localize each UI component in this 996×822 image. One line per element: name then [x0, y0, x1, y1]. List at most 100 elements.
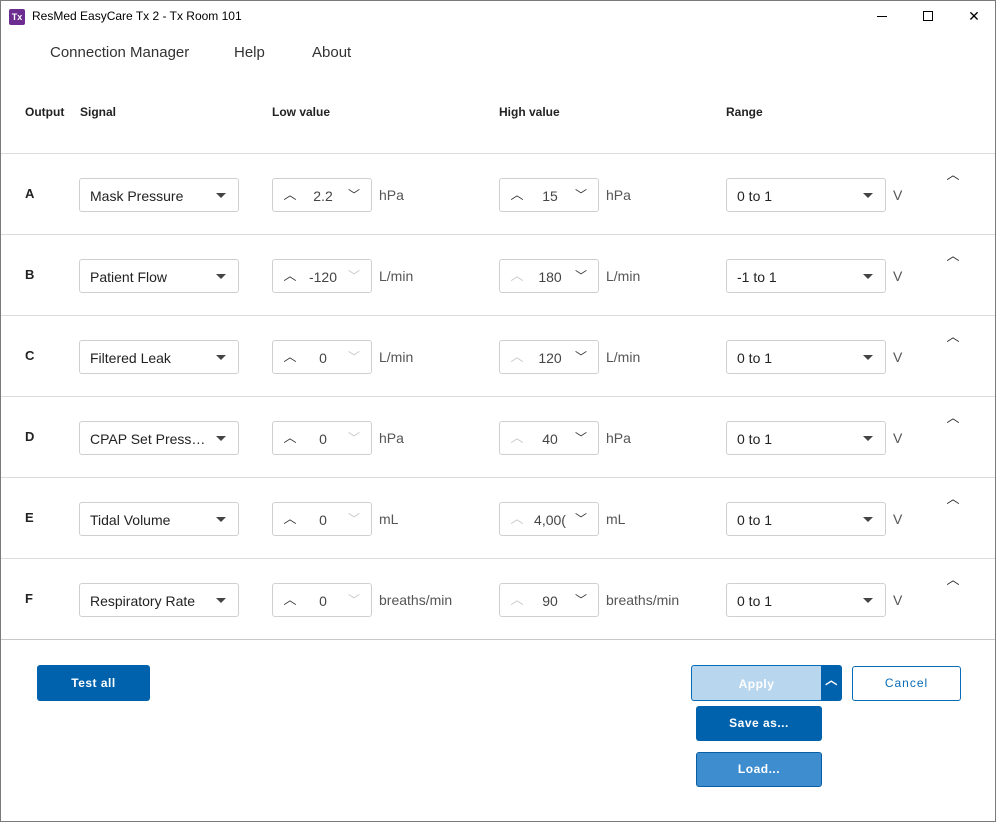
output-row-d: D CPAP Set Press… ︿ 0 ﹀ hPa ︿ 40 ﹀ hPa 0… [1, 396, 995, 477]
low-unit: hPa [379, 430, 404, 446]
signal-select[interactable]: Filtered Leak [79, 340, 239, 374]
chevron-down-icon[interactable]: ﹀ [572, 429, 590, 447]
range-value: -1 to 1 [737, 269, 777, 285]
chevron-up-icon[interactable]: ︿ [281, 591, 299, 609]
menu-connection-manager[interactable]: Connection Manager [50, 44, 189, 61]
low-value[interactable]: 0 [301, 431, 345, 447]
high-value[interactable]: 90 [528, 593, 572, 609]
range-select[interactable]: 0 to 1 [726, 502, 886, 536]
chevron-up-icon[interactable]: ︿ [508, 348, 526, 366]
apply-options-button[interactable]: ︿ [821, 665, 842, 701]
menu-help[interactable]: Help [234, 44, 265, 61]
collapse-row-button[interactable]: ︿ [945, 569, 961, 587]
chevron-up-icon[interactable]: ︿ [281, 267, 299, 285]
column-header-signal: Signal [80, 105, 117, 119]
low-unit: L/min [379, 349, 414, 365]
collapse-row-button[interactable]: ︿ [945, 326, 961, 344]
minimize-button[interactable] [859, 1, 905, 31]
range-select[interactable]: 0 to 1 [726, 340, 886, 374]
high-unit: hPa [606, 187, 631, 203]
collapse-row-button[interactable]: ︿ [945, 407, 961, 425]
collapse-row-button[interactable]: ︿ [945, 488, 961, 506]
signal-value: Mask Pressure [90, 188, 184, 204]
chevron-down-icon[interactable]: ﹀ [572, 186, 590, 204]
high-value-stepper[interactable]: ︿ 40 ﹀ [499, 421, 599, 455]
signal-select[interactable]: Tidal Volume [79, 502, 239, 536]
chevron-down-icon[interactable]: ﹀ [572, 591, 590, 609]
chevron-up-icon[interactable]: ︿ [508, 267, 526, 285]
chevron-down-icon[interactable]: ﹀ [345, 348, 363, 366]
low-value[interactable]: -120 [301, 269, 345, 285]
range-unit: V [893, 430, 903, 446]
chevron-up-icon[interactable]: ︿ [281, 186, 299, 204]
chevron-down-icon[interactable]: ﹀ [345, 510, 363, 528]
signal-select[interactable]: Mask Pressure [79, 178, 239, 212]
output-row-c: C Filtered Leak ︿ 0 ﹀ L/min ︿ 120 ﹀ L/mi… [1, 315, 995, 396]
low-value[interactable]: 2.2 [301, 188, 345, 204]
minimize-icon [877, 15, 887, 17]
high-value[interactable]: 180 [528, 269, 572, 285]
range-unit: V [893, 268, 903, 284]
high-value[interactable]: 4,00( [528, 512, 572, 528]
signal-select[interactable]: CPAP Set Press… [79, 421, 239, 455]
test-all-button[interactable]: Test all [37, 665, 150, 701]
chevron-up-icon[interactable]: ︿ [281, 348, 299, 366]
close-icon: ✕ [968, 7, 980, 24]
high-value-stepper[interactable]: ︿ 90 ﹀ [499, 583, 599, 617]
chevron-up-icon[interactable]: ︿ [281, 429, 299, 447]
high-value[interactable]: 15 [528, 188, 572, 204]
high-unit: hPa [606, 430, 631, 446]
title-bar: Tx ResMed EasyCare Tx 2 - Tx Room 101 ✕ [1, 1, 995, 31]
high-value-stepper[interactable]: ︿ 180 ﹀ [499, 259, 599, 293]
low-value-stepper[interactable]: ︿ 2.2 ﹀ [272, 178, 372, 212]
chevron-up-icon: ︿ [946, 248, 960, 263]
low-value-stepper[interactable]: ︿ 0 ﹀ [272, 583, 372, 617]
chevron-down-icon[interactable]: ﹀ [572, 267, 590, 285]
low-value-stepper[interactable]: ︿ 0 ﹀ [272, 502, 372, 536]
signal-select[interactable]: Respiratory Rate [79, 583, 239, 617]
chevron-down-icon[interactable]: ﹀ [345, 186, 363, 204]
low-value[interactable]: 0 [301, 593, 345, 609]
low-value-stepper[interactable]: ︿ 0 ﹀ [272, 421, 372, 455]
high-value[interactable]: 120 [528, 350, 572, 366]
range-select[interactable]: 0 to 1 [726, 583, 886, 617]
collapse-row-button[interactable]: ︿ [945, 164, 961, 182]
chevron-up-icon[interactable]: ︿ [508, 429, 526, 447]
high-value-stepper[interactable]: ︿ 4,00( ﹀ [499, 502, 599, 536]
menu-about[interactable]: About [312, 44, 351, 61]
chevron-down-icon[interactable]: ﹀ [572, 348, 590, 366]
high-value-stepper[interactable]: ︿ 120 ﹀ [499, 340, 599, 374]
low-value-stepper[interactable]: ︿ -120 ﹀ [272, 259, 372, 293]
range-select[interactable]: 0 to 1 [726, 421, 886, 455]
high-value[interactable]: 40 [528, 431, 572, 447]
load-button[interactable]: Load... [696, 752, 822, 787]
maximize-button[interactable] [905, 1, 951, 31]
low-value-stepper[interactable]: ︿ 0 ﹀ [272, 340, 372, 374]
close-button[interactable]: ✕ [951, 1, 995, 31]
chevron-up-icon[interactable]: ︿ [508, 591, 526, 609]
caret-down-icon [216, 436, 226, 441]
cancel-button[interactable]: Cancel [852, 666, 961, 701]
chevron-up-icon[interactable]: ︿ [281, 510, 299, 528]
chevron-down-icon[interactable]: ﹀ [345, 267, 363, 285]
range-select[interactable]: 0 to 1 [726, 178, 886, 212]
caret-down-icon [863, 193, 873, 198]
range-value: 0 to 1 [737, 431, 773, 447]
range-select[interactable]: -1 to 1 [726, 259, 886, 293]
signal-value: Filtered Leak [90, 350, 171, 366]
app-icon: Tx [9, 9, 25, 25]
chevron-up-icon: ︿ [946, 329, 960, 344]
chevron-down-icon[interactable]: ﹀ [345, 429, 363, 447]
chevron-up-icon[interactable]: ︿ [508, 510, 526, 528]
low-value[interactable]: 0 [301, 350, 345, 366]
high-value-stepper[interactable]: ︿ 15 ﹀ [499, 178, 599, 212]
apply-button[interactable]: Apply [691, 665, 821, 701]
save-as-button[interactable]: Save as... [696, 706, 822, 741]
chevron-down-icon[interactable]: ﹀ [572, 510, 590, 528]
chevron-down-icon[interactable]: ﹀ [345, 591, 363, 609]
caret-down-icon [216, 193, 226, 198]
chevron-up-icon[interactable]: ︿ [508, 186, 526, 204]
low-value[interactable]: 0 [301, 512, 345, 528]
signal-select[interactable]: Patient Flow [79, 259, 239, 293]
collapse-row-button[interactable]: ︿ [945, 245, 961, 263]
